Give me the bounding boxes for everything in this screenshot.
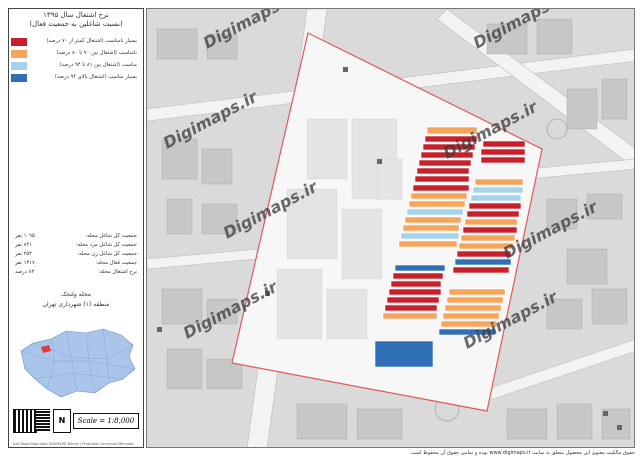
legend-swatch [11, 62, 27, 70]
area-district: منطقه (۱) شهرداری تهران [42, 301, 110, 308]
copyright-footer: حقوق مالکیت معنوی این محصول متعلق به سای… [409, 450, 635, 456]
stat-total-employed: جمعیت کل شاغل محله: ۱۰۹۵ نفر [15, 233, 137, 239]
stat-female-employed: جمعیت کل شاغل زن محله: ۲۵۴ نفر [15, 251, 137, 257]
north-arrow-icon: N [53, 409, 71, 433]
stat-male-employed: جمعیت کل شاغل مرد محله: ۸۴۱ نفر [15, 242, 137, 248]
map-credits: Iran Road Map Data DIGIMAPS Tehran | Pro… [13, 442, 134, 446]
legend-title: نرخ اشتغال سال ۱۳۹۵ (نسبت شاغلین به جمعی… [9, 11, 143, 29]
stat-employment-rate: نرخ اشتغال محله: ۸۳ درصد [15, 269, 137, 275]
tehran-inset-map [11, 321, 141, 405]
legend-panel: نرخ اشتغال سال ۱۳۹۵ (نسبت شاغلین به جمعی… [8, 8, 144, 448]
legend-swatch [11, 38, 27, 46]
legend-item-very-good: بسیار مناسب (اشتغال بالای ۹۴ درصد) [11, 73, 139, 83]
legend-title-line2: (نسبت شاغلین به جمعیت فعال) [29, 20, 123, 28]
legend-item-very-poor: بسیار نامناسب (اشتغال کمتر از ۷۰ درصد) [11, 37, 139, 47]
map-canvas[interactable]: Digimaps.ir Digimaps.ir Digimaps.ir Digi… [146, 8, 635, 448]
barcode-icon [36, 409, 50, 431]
legend-item-good: مناسب (اشتغال بین ۸۱ تا ۹۴ درصد) [11, 61, 139, 71]
legend-item-poor: نامناسب (اشتغال بین ۷۰ تا ۸۰ درصد) [11, 49, 139, 59]
legend-swatch [11, 50, 27, 58]
map-footer-tools: N Scale = 1:8,000 Iran Road Map Data DIG… [11, 407, 141, 447]
qr-code-icon [13, 409, 37, 433]
scale-label: Scale = 1:8,000 [73, 413, 139, 429]
stat-active-population: جمعیت فعال محله: ۱۳۱۷ نفر [15, 260, 137, 266]
legend-title-line1: نرخ اشتغال سال ۱۳۹۵ [43, 11, 109, 19]
legend-swatch [11, 74, 27, 82]
area-name: محله ولنجک [61, 291, 91, 298]
map-svg: Digimaps.ir Digimaps.ir Digimaps.ir Digi… [147, 9, 634, 447]
